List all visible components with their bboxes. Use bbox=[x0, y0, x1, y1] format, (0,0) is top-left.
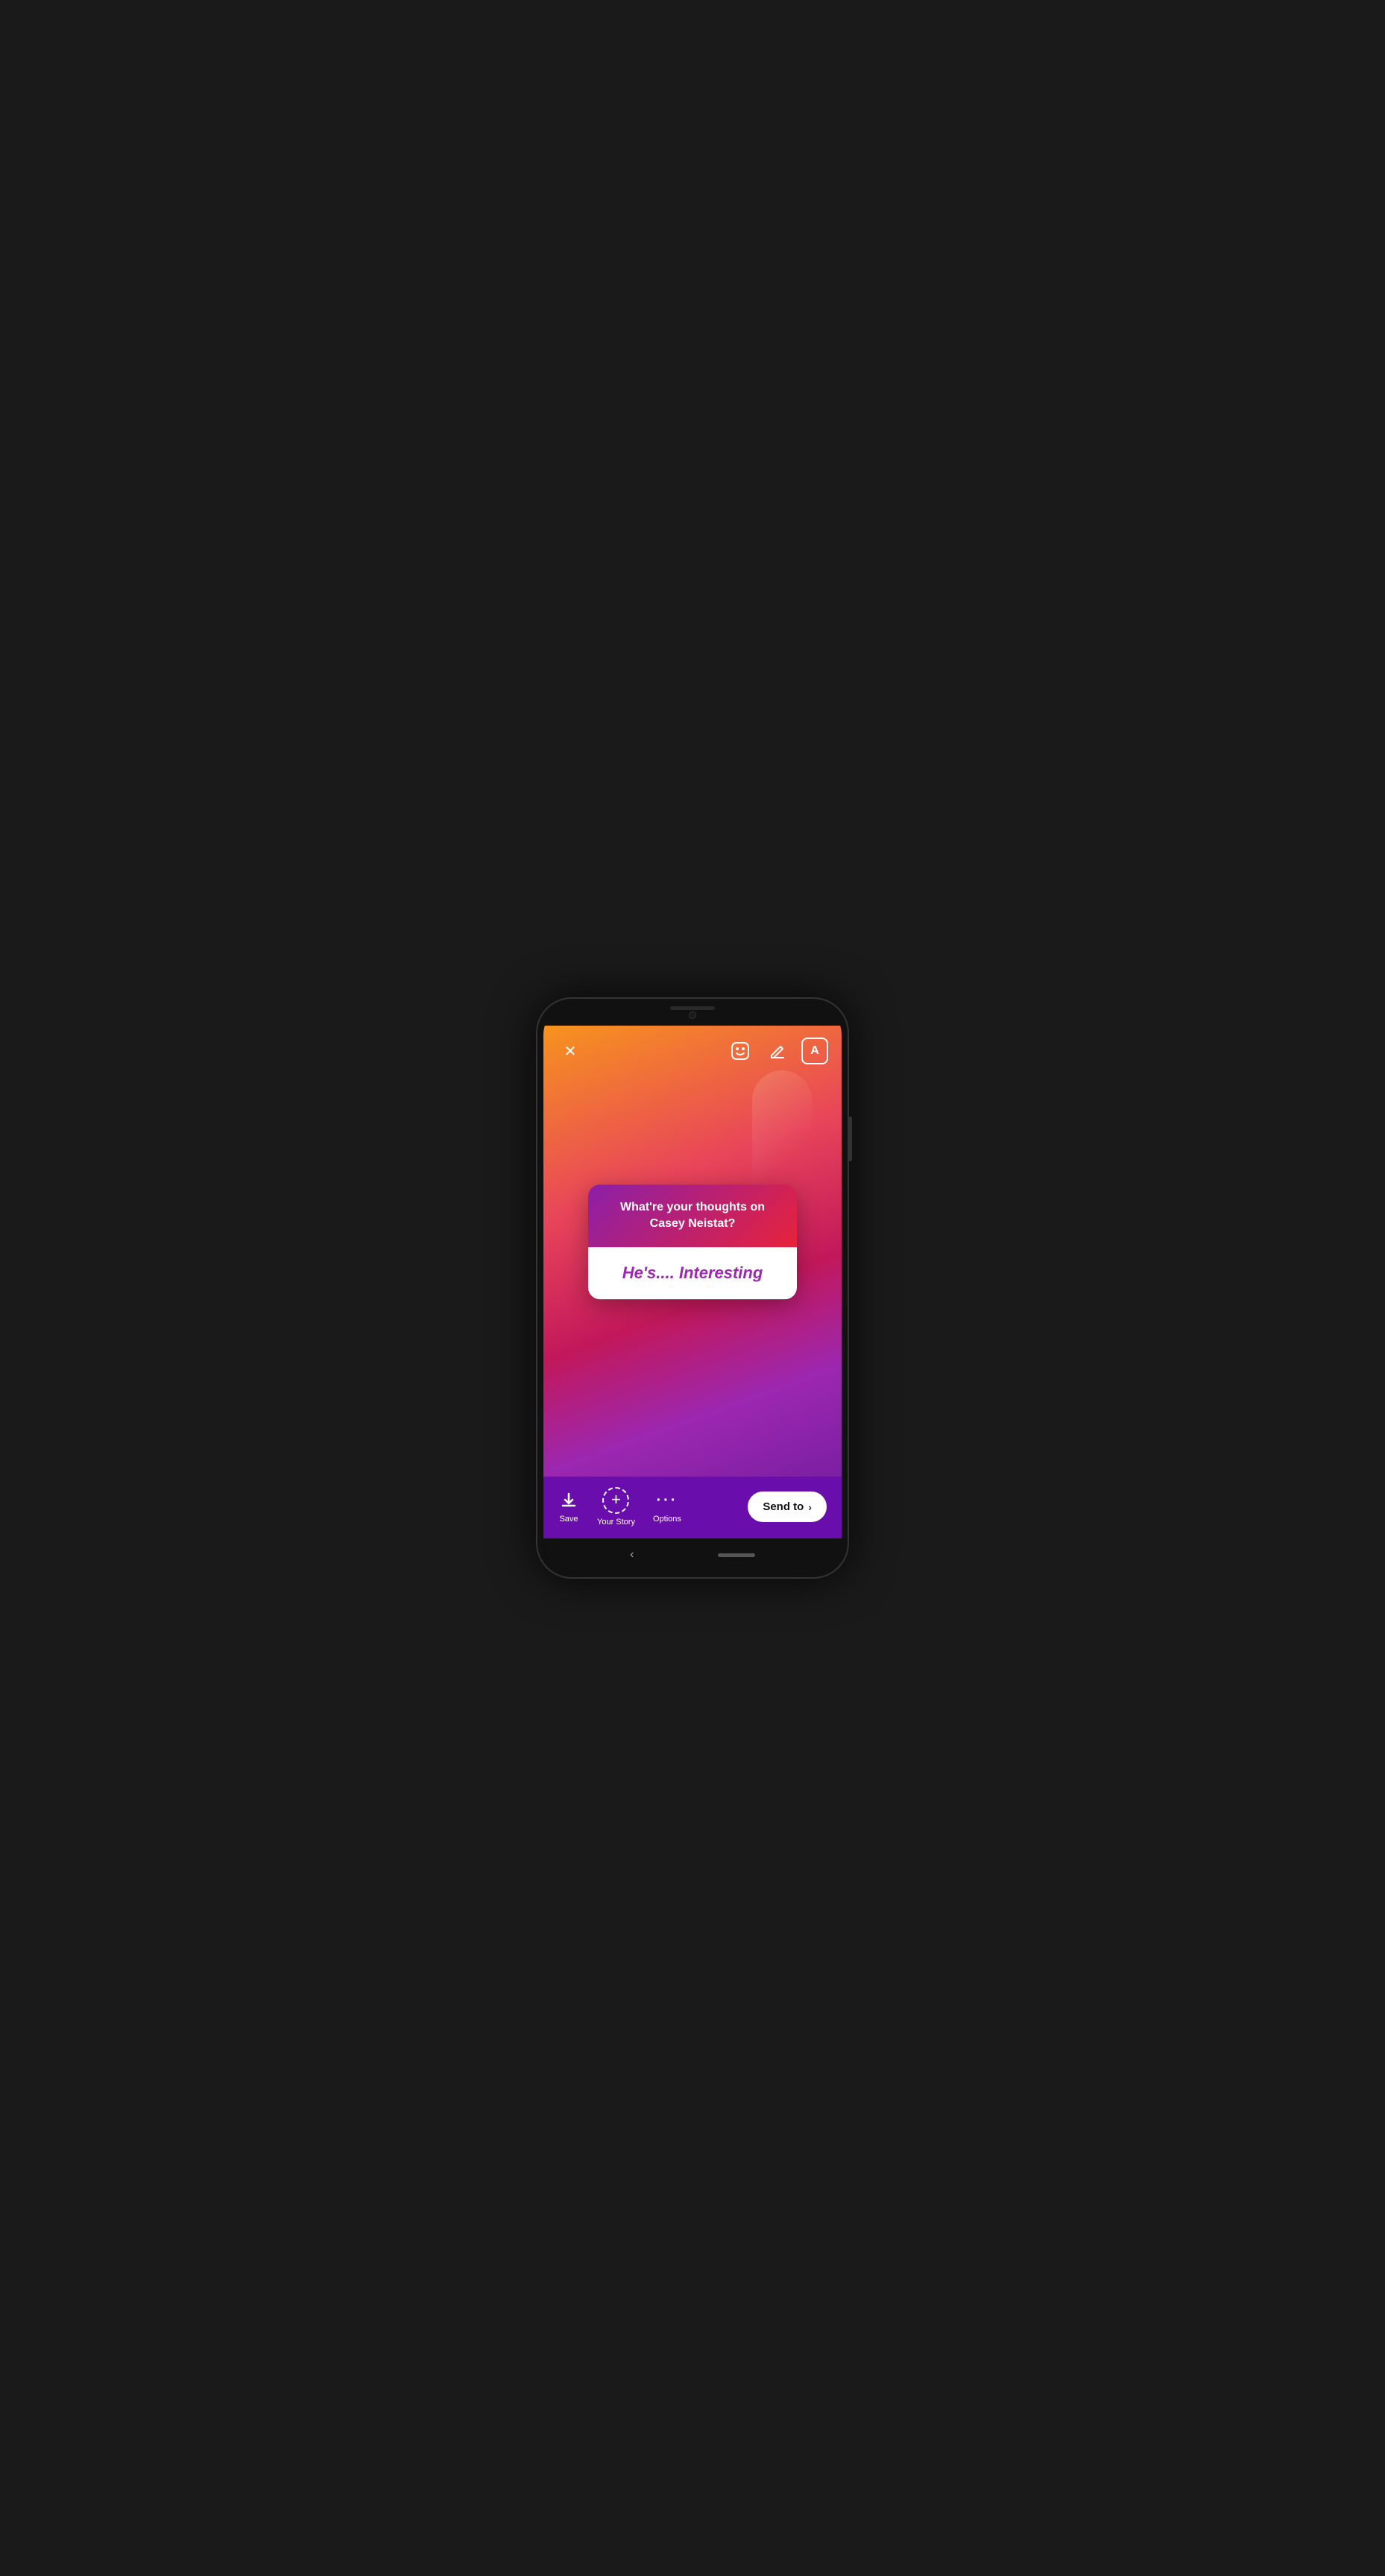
send-to-label: Send to bbox=[763, 1500, 804, 1513]
phone-screen: ✕ bbox=[543, 1005, 842, 1571]
draw-icon bbox=[769, 1042, 786, 1060]
question-card: What're your thoughts on Casey Neistat? … bbox=[588, 1184, 797, 1300]
close-button[interactable]: ✕ bbox=[557, 1038, 584, 1064]
back-button[interactable]: ‹ bbox=[630, 1548, 634, 1562]
text-button[interactable]: A bbox=[801, 1038, 828, 1064]
speaker bbox=[670, 1006, 715, 1010]
send-to-button[interactable]: Send to › bbox=[748, 1491, 827, 1522]
question-header: What're your thoughts on Casey Neistat? bbox=[588, 1184, 797, 1248]
your-story-button[interactable]: + Your Story bbox=[597, 1487, 635, 1527]
text-icon: A bbox=[810, 1044, 819, 1058]
answer-area: He's.... Interesting bbox=[588, 1248, 797, 1300]
question-text: What're your thoughts on Casey Neistat? bbox=[606, 1199, 779, 1233]
side-button bbox=[849, 1117, 852, 1161]
save-icon bbox=[558, 1490, 579, 1511]
options-label: Options bbox=[653, 1515, 681, 1524]
story-area: ✕ bbox=[543, 1026, 842, 1477]
save-button[interactable]: Save bbox=[558, 1490, 579, 1524]
home-indicator[interactable] bbox=[718, 1553, 755, 1557]
sticker-icon bbox=[731, 1041, 750, 1061]
nav-bar: ‹ bbox=[543, 1538, 842, 1571]
answer-text: He's.... Interesting bbox=[606, 1264, 779, 1284]
draw-button[interactable] bbox=[764, 1038, 791, 1064]
sticker-button[interactable] bbox=[727, 1038, 754, 1064]
your-story-icon: + bbox=[602, 1487, 629, 1514]
top-toolbar-right: A bbox=[727, 1038, 828, 1064]
close-icon: ✕ bbox=[564, 1042, 577, 1061]
options-icon: ··· bbox=[657, 1490, 678, 1511]
bottom-bar: Save + Your Story ··· Options bbox=[543, 1477, 842, 1538]
phone-device: ✕ bbox=[536, 997, 849, 1579]
send-arrow-icon: › bbox=[808, 1501, 812, 1513]
options-button[interactable]: ··· Options bbox=[653, 1490, 681, 1524]
top-toolbar: ✕ bbox=[543, 1026, 842, 1072]
bottom-actions: Save + Your Story ··· Options bbox=[558, 1487, 681, 1527]
your-story-label: Your Story bbox=[597, 1518, 635, 1527]
camera-dot bbox=[689, 1011, 696, 1019]
save-label: Save bbox=[559, 1515, 578, 1524]
